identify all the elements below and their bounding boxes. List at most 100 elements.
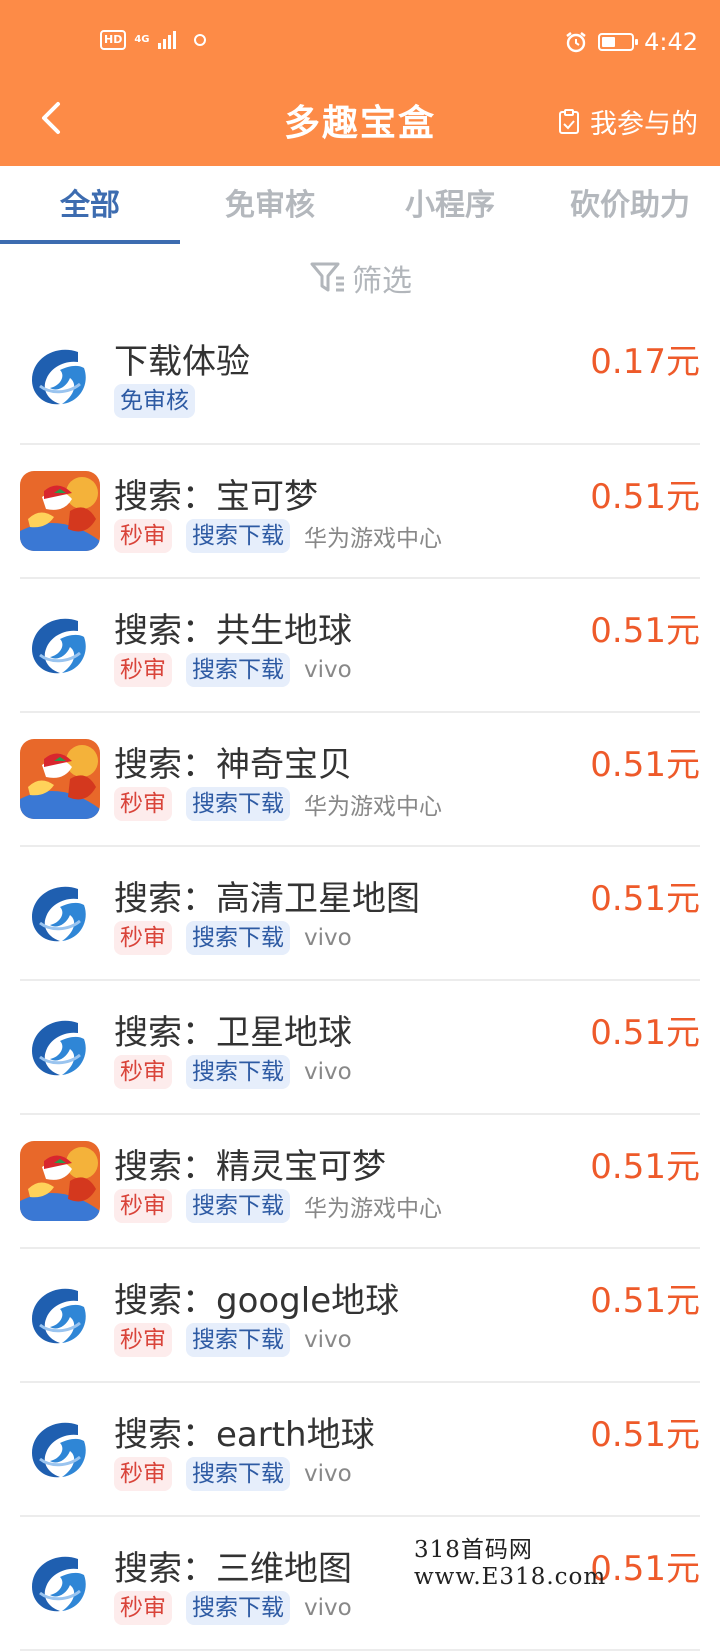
app-icon-wrapper — [20, 1275, 100, 1355]
task-platform: 华为游戏中心 — [304, 526, 442, 552]
task-platform: vivo — [304, 1595, 352, 1621]
task-list-item[interactable]: 搜索：google地球 0.51元 秒审 搜索下载 vivo — [20, 1249, 700, 1383]
app-icon-wrapper — [20, 471, 100, 551]
category-tabs: 全部 免审核 小程序 砍价助力 — [0, 166, 720, 244]
tab-no-review[interactable]: 免审核 — [180, 166, 360, 244]
task-list-item[interactable]: 搜索：精灵宝可梦 0.51元秒审 搜索下载 华为游戏中心 — [20, 1115, 700, 1249]
task-title: 下载体验 — [114, 342, 250, 382]
tab-bargain[interactable]: 砍价助力 — [540, 166, 720, 244]
task-tags: 秒审 搜索下载 vivo — [114, 1457, 352, 1491]
task-tag: 秒审 — [114, 1591, 172, 1625]
task-tags: 秒审 搜索下载 华为游戏中心 — [114, 519, 442, 553]
task-list-item[interactable]: 搜索：神奇宝贝 0.51元 秒审 搜索下载 华为游戏中心 — [20, 713, 700, 847]
clock: 4:42 — [644, 28, 698, 56]
clipboard-check-icon — [559, 108, 579, 134]
task-platform: vivo — [304, 1059, 352, 1085]
task-title: 搜索：神奇宝贝 — [114, 745, 352, 785]
task-tag: 搜索下载 — [186, 921, 290, 955]
task-tag: 秒审 — [114, 1055, 172, 1089]
task-platform: vivo — [304, 657, 352, 683]
my-participation-label: 我参与的 — [590, 109, 698, 140]
task-reward: 0.17元 — [590, 342, 700, 382]
task-list-item[interactable]: 搜索：共生地球 0.51元秒审 搜索下载 vivo — [20, 579, 700, 713]
task-list-item[interactable]: 搜索：卫星地球 0.51元秒审 搜索下载 vivo — [20, 981, 700, 1115]
alarm-icon — [566, 32, 586, 53]
app-icon-wrapper — [20, 1141, 100, 1221]
app-icon-wrapper — [20, 1543, 100, 1623]
task-tags: 秒审 搜索下载 华为游戏中心 — [114, 1189, 442, 1223]
task-list-item[interactable]: 搜索：宝可梦 0.51元秒审 搜索下载 华为游戏中心 — [20, 445, 700, 579]
filter-button[interactable]: 筛选 — [0, 256, 720, 300]
my-participation-button[interactable]: 我参与的 — [558, 102, 698, 141]
task-reward: 0.51元 — [590, 1415, 700, 1455]
task-list-item[interactable]: 搜索：高清卫星地图 0.51元秒审 搜索下载 vivo — [20, 847, 700, 981]
task-tags: 秒审 搜索下载 vivo — [114, 921, 352, 955]
signal-icon — [157, 31, 176, 49]
task-list-item[interactable]: 下载体验 0.17元免审核 — [20, 310, 700, 445]
task-tags: 秒审 搜索下载 vivo — [114, 1323, 352, 1357]
task-tag: 秒审 — [114, 1189, 172, 1223]
task-tags: 秒审 搜索下载 vivo — [114, 1591, 352, 1625]
task-tag: 搜索下载 — [186, 1591, 290, 1625]
task-title: 搜索：精灵宝可梦 — [114, 1147, 386, 1187]
task-tag: 秒审 — [114, 1323, 172, 1357]
task-tag: 秒审 — [114, 787, 172, 821]
tab-all[interactable]: 全部 — [0, 166, 180, 244]
top-bar: HD 4G 4:42 多趣宝盒 我参与的 — [0, 0, 720, 166]
task-tag: 搜索下载 — [186, 1323, 290, 1357]
task-platform: vivo — [304, 925, 352, 951]
task-reward: 0.51元 — [590, 1147, 700, 1187]
pokemon-game-icon — [20, 471, 100, 551]
watermark: 318首码网 www.E318.com — [414, 1537, 607, 1590]
task-list: 下载体验 0.17元 免审核 搜索：宝可梦 0.51元 秒审 搜索下载 华为游戏中心 搜索：共生… — [20, 310, 700, 1651]
tab-mini-program[interactable]: 小程序 — [360, 166, 540, 244]
filter-label: 筛选 — [352, 264, 412, 299]
task-title: 搜索：卫星地球 — [114, 1013, 352, 1053]
task-platform: vivo — [304, 1461, 352, 1487]
task-tag: 搜索下载 — [186, 519, 290, 553]
pokemon-game-icon — [20, 1141, 100, 1221]
filter-icon — [310, 262, 344, 292]
task-title: 搜索：共生地球 — [114, 611, 352, 651]
task-tags: 免审核 — [114, 384, 195, 418]
task-platform: 华为游戏中心 — [304, 1196, 442, 1222]
task-tags: 秒审 搜索下载 vivo — [114, 653, 352, 687]
status-left: HD 4G — [100, 30, 206, 50]
task-title: 搜索：高清卫星地图 — [114, 879, 420, 919]
task-tag: 搜索下载 — [186, 787, 290, 821]
notification-icon — [193, 34, 206, 46]
task-list-item[interactable]: 搜索：earth地球 0.51元秒审 搜索下载 vivo — [20, 1383, 700, 1517]
task-reward: 0.51元 — [590, 1013, 700, 1053]
battery-fill — [602, 37, 616, 47]
swirl-app-icon — [20, 336, 100, 416]
task-title: 搜索：宝可梦 — [114, 477, 318, 517]
task-tag: 秒审 — [114, 921, 172, 955]
task-tag: 秒审 — [114, 1457, 172, 1491]
task-reward: 0.51元 — [590, 879, 700, 919]
app-icon-wrapper — [20, 873, 100, 953]
swirl-app-icon — [20, 1409, 100, 1489]
app-icon-wrapper — [20, 605, 100, 685]
network-type: 4G — [134, 34, 150, 45]
app-icon-wrapper — [20, 1007, 100, 1087]
swirl-app-icon — [20, 873, 100, 953]
task-title: 搜索：三维地图 — [114, 1549, 352, 1589]
task-platform: vivo — [304, 1327, 352, 1353]
nav-bar: 多趣宝盒 我参与的 — [0, 84, 720, 166]
task-platform: 华为游戏中心 — [304, 794, 442, 820]
task-tag: 免审核 — [114, 384, 195, 418]
swirl-app-icon — [20, 605, 100, 685]
status-right: 4:42 — [564, 28, 698, 56]
task-tags: 秒审 搜索下载 vivo — [114, 1055, 352, 1089]
task-tags: 秒审 搜索下载 华为游戏中心 — [114, 787, 442, 821]
task-reward: 0.51元 — [590, 477, 700, 517]
task-title: 搜索：google地球 — [114, 1281, 400, 1321]
app-icon-wrapper — [20, 336, 100, 416]
pokemon-game-icon — [20, 739, 100, 819]
task-tag: 搜索下载 — [186, 1055, 290, 1089]
swirl-app-icon — [20, 1275, 100, 1355]
app-icon-wrapper — [20, 1409, 100, 1489]
task-title: 搜索：earth地球 — [114, 1415, 375, 1455]
app-icon-wrapper — [20, 739, 100, 819]
task-reward: 0.51元 — [590, 611, 700, 651]
